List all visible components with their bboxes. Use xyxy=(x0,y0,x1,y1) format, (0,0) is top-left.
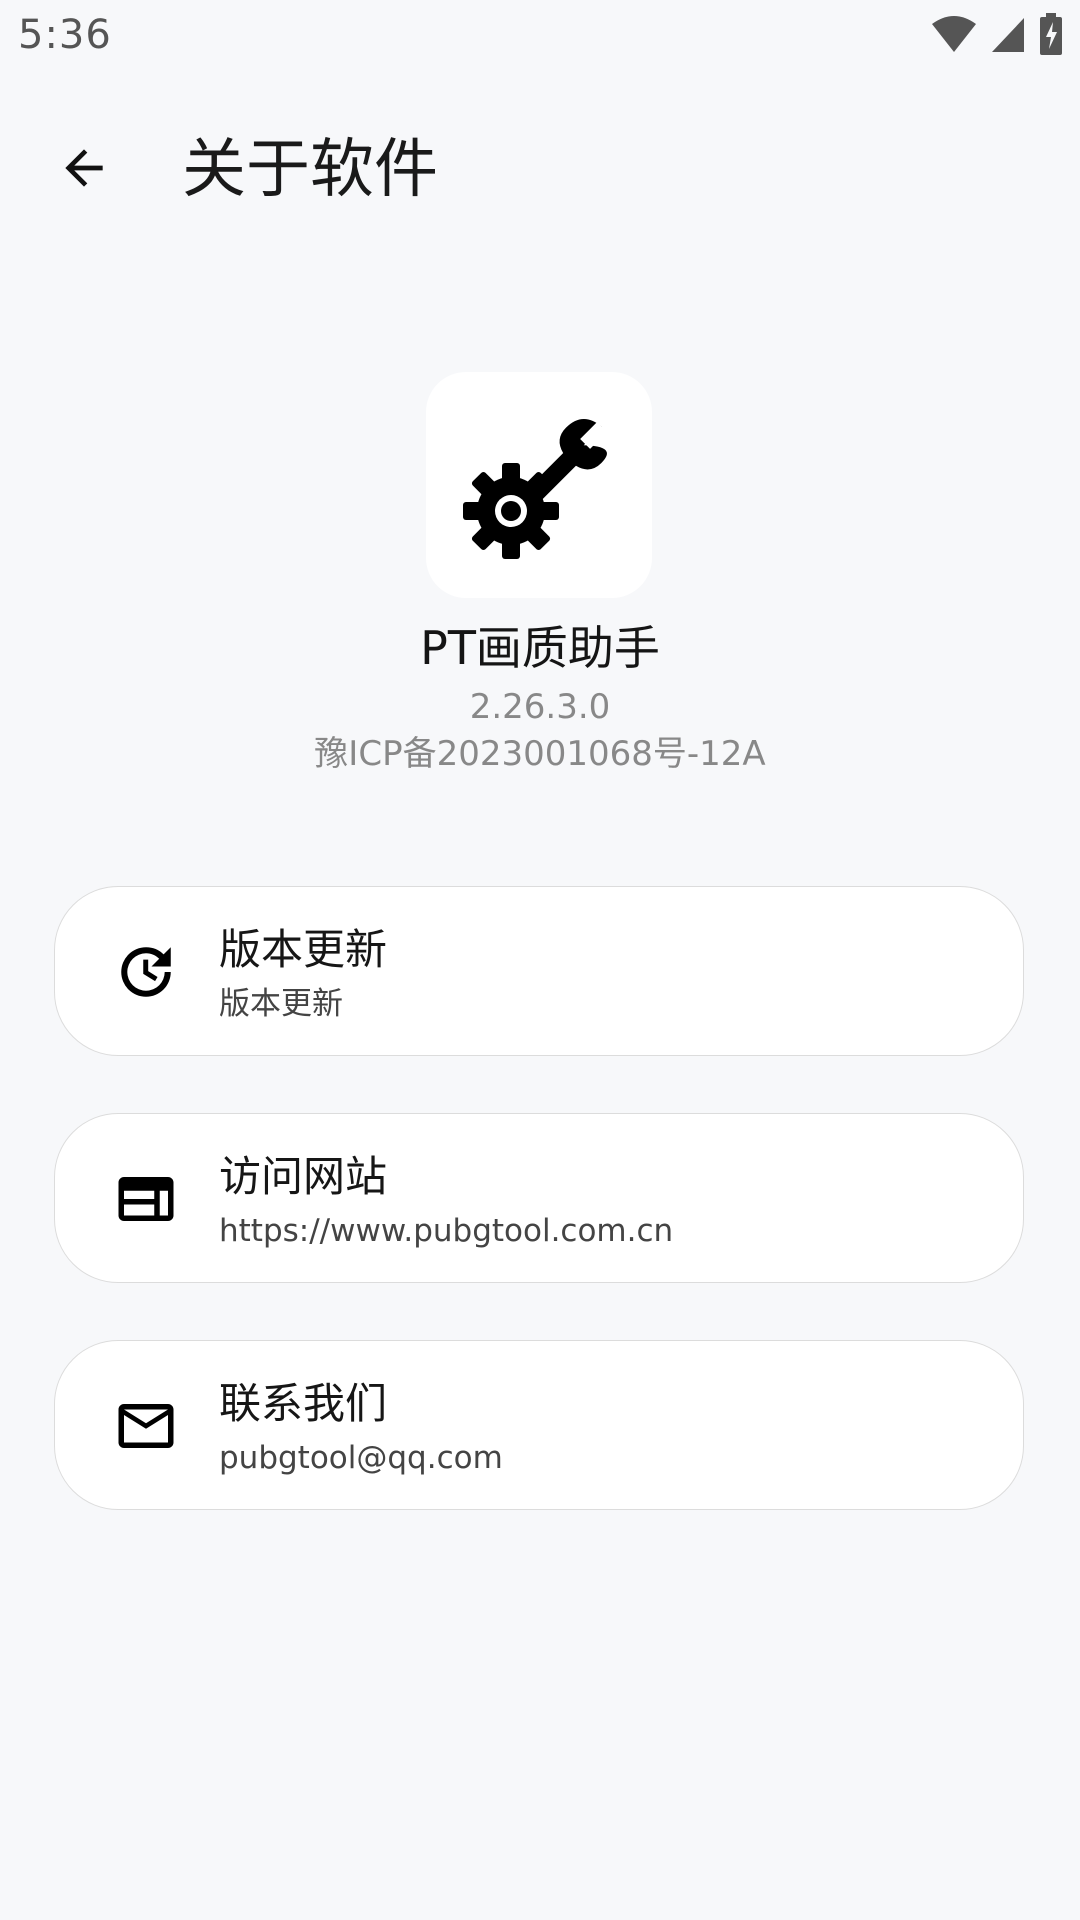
battery-charging-icon xyxy=(1038,13,1064,59)
status-bar: 5:36 xyxy=(0,0,1080,72)
app-name: PT画质助手 xyxy=(420,621,660,675)
icp-record: 豫ICP备2023001068号-12A xyxy=(314,734,766,774)
app-icon xyxy=(426,372,652,598)
card-title: 联系我们 xyxy=(219,1379,388,1428)
back-button[interactable] xyxy=(46,132,122,208)
website-link: https://www.pubgtool.com.cn xyxy=(219,1213,674,1249)
page-title: 关于软件 xyxy=(182,133,438,207)
status-time: 5:36 xyxy=(18,12,112,58)
status-icons xyxy=(930,13,1064,59)
wifi-icon xyxy=(930,14,978,58)
cell-signal-icon xyxy=(990,14,1026,58)
contact-email: pubgtool@qq.com xyxy=(219,1440,503,1476)
card-title: 访问网站 xyxy=(219,1152,388,1201)
card-title: 版本更新 xyxy=(219,925,388,974)
contact-us-card[interactable]: 联系我们 pubgtool@qq.com xyxy=(54,1340,1024,1510)
arrow-back-icon xyxy=(56,140,112,200)
card-subtitle: 版本更新 xyxy=(219,986,343,1022)
web-browser-icon xyxy=(111,1164,181,1234)
update-history-icon xyxy=(111,937,181,1007)
visit-website-card[interactable]: 访问网站 https://www.pubgtool.com.cn xyxy=(54,1113,1024,1283)
mail-icon xyxy=(111,1391,181,1461)
version-update-card[interactable]: 版本更新 版本更新 xyxy=(54,886,1024,1056)
wrench-gear-icon xyxy=(459,403,619,567)
app-bar: 关于软件 xyxy=(0,110,1080,230)
app-version: 2.26.3.0 xyxy=(469,687,611,727)
